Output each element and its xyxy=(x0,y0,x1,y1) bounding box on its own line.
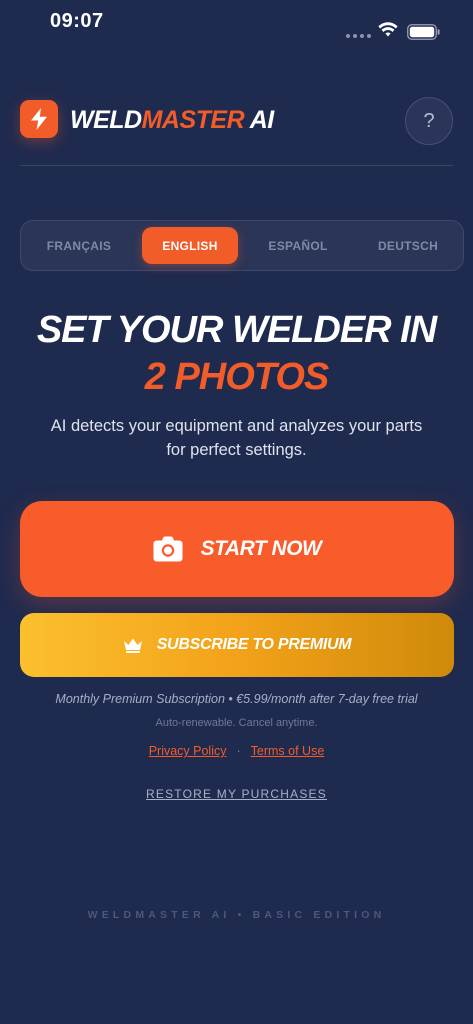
restore-purchases-button[interactable]: RESTORE MY PURCHASES xyxy=(0,787,473,801)
start-now-label: START NOW xyxy=(200,537,322,560)
app-logo xyxy=(20,100,58,138)
help-icon: ? xyxy=(423,109,435,132)
logo-text-master: MASTER xyxy=(141,106,245,134)
restore-purchases-label: RESTORE MY PURCHASES xyxy=(146,787,327,801)
cellular-signal-icon xyxy=(346,34,371,38)
start-now-button[interactable]: START NOW xyxy=(20,501,454,597)
battery-icon xyxy=(407,24,440,40)
hero-title: SET YOUR WELDER IN 2 PHOTOS xyxy=(0,307,473,401)
legal-separator: · xyxy=(236,744,241,758)
legal-links: Privacy Policy · Terms of Use xyxy=(0,744,473,758)
privacy-policy-link[interactable]: Privacy Policy xyxy=(149,744,227,758)
footer-edition: WELDMASTER AI • BASIC EDITION xyxy=(87,909,386,921)
language-option-espanol[interactable]: ESPAÑOL xyxy=(250,227,346,264)
hero-subtitle: AI detects your equipment and analyzes y… xyxy=(50,417,423,459)
language-option-francais[interactable]: FRANÇAIS xyxy=(31,227,127,264)
help-button[interactable]: ? xyxy=(405,97,453,145)
app-header: WELDMASTER AI ? xyxy=(20,96,453,166)
status-time: 09:07 xyxy=(50,10,104,32)
app-logo-text: WELDMASTER AI xyxy=(70,106,274,135)
status-bar: 09:07 xyxy=(0,0,473,50)
auto-renew-note: Auto-renewable. Cancel anytime. xyxy=(155,717,318,729)
screen: 09:07 WELDMASTER AI ? FRANÇAIS ENGLISH E… xyxy=(0,0,473,1024)
crown-icon xyxy=(123,638,142,653)
subscribe-premium-label: SUBSCRIBE TO PREMIUM xyxy=(156,636,352,653)
terms-of-use-link[interactable]: Terms of Use xyxy=(251,744,325,758)
lightning-bolt-icon xyxy=(31,108,47,130)
subscription-info: Monthly Premium Subscription • €5.99/mon… xyxy=(55,692,418,706)
language-option-english[interactable]: ENGLISH xyxy=(142,227,238,264)
subscribe-premium-button[interactable]: SUBSCRIBE TO PREMIUM xyxy=(20,613,454,677)
language-selector: FRANÇAIS ENGLISH ESPAÑOL DEUTSCH xyxy=(20,220,464,271)
logo-text-ai: AI xyxy=(244,106,275,134)
hero-title-line1: SET YOUR WELDER IN xyxy=(36,309,437,351)
wifi-icon xyxy=(378,22,398,37)
language-option-deutsch[interactable]: DEUTSCH xyxy=(360,227,456,264)
logo-text-weld: WELD xyxy=(70,106,142,134)
hero-title-accent: 2 PHOTOS xyxy=(144,356,329,398)
camera-icon xyxy=(153,536,183,562)
